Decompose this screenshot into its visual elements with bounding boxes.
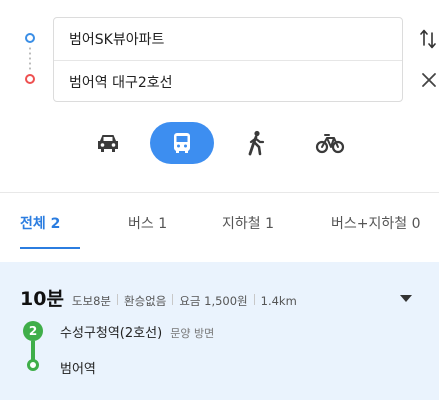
walk-time: 도보8분 [71,294,111,308]
alighting-station: 범어역 [60,362,96,377]
tab-subway[interactable]: 지하철 1 [222,213,274,233]
car-icon [98,135,118,152]
route-type-tabs: 전체 2 버스 1 지하철 1 버스+지하철 0 [0,193,439,249]
bus-icon [174,133,190,153]
bike-icon [315,134,345,154]
mode-bike-button[interactable] [298,122,362,164]
transfer-info: 환승없음 [123,294,167,308]
destination-text: 범어역 대구2호선 [69,74,173,91]
tab-all[interactable]: 전체 2 [20,213,60,233]
mode-car-button[interactable] [76,122,140,164]
boarding-stop: 수성구청역(2호선) 문양 방면 [60,322,214,341]
destination-stop-icon [27,359,39,371]
subway-line-bar [31,341,35,361]
route-summary: 10분 도보8분 환승없음 요금 1,500원 1.4km [20,284,297,311]
expand-chevron-down-icon[interactable] [400,295,412,302]
mode-walk-button[interactable] [224,122,288,164]
origin-text: 범어SK뷰아파트 [69,32,165,48]
route-input-box: 범어SK뷰아파트 범어역 대구2호선 [53,17,403,102]
origin-field[interactable]: 범어SK뷰아파트 [54,18,402,60]
direction-label: 문양 방면 [170,327,215,340]
tab-bus-subway[interactable]: 버스+지하철 0 [331,213,421,233]
distance-info: 1.4km [260,294,297,308]
summary-separator [116,294,118,305]
route-result-card[interactable]: 10분 도보8분 환승없음 요금 1,500원 1.4km 2 수성구청역(2호… [0,262,439,400]
travel-time: 10분 [20,288,64,310]
mode-bus-button[interactable] [150,122,214,164]
summary-separator [253,294,255,305]
origin-marker-icon [25,33,35,43]
destination-marker-icon [25,74,35,84]
active-tab-indicator [20,247,80,249]
route-connector [29,46,31,70]
walk-icon [248,130,265,156]
transport-mode-bar [0,122,439,164]
destination-field[interactable]: 범어역 대구2호선 [54,60,402,102]
tab-bus[interactable]: 버스 1 [128,213,167,233]
subway-line-badge: 2 [23,321,43,341]
swap-icon[interactable] [420,28,436,50]
close-icon[interactable] [421,72,437,88]
boarding-station: 수성구청역(2호선) [60,326,163,341]
summary-separator [172,294,174,305]
fare-info: 요금 1,500원 [179,294,248,308]
